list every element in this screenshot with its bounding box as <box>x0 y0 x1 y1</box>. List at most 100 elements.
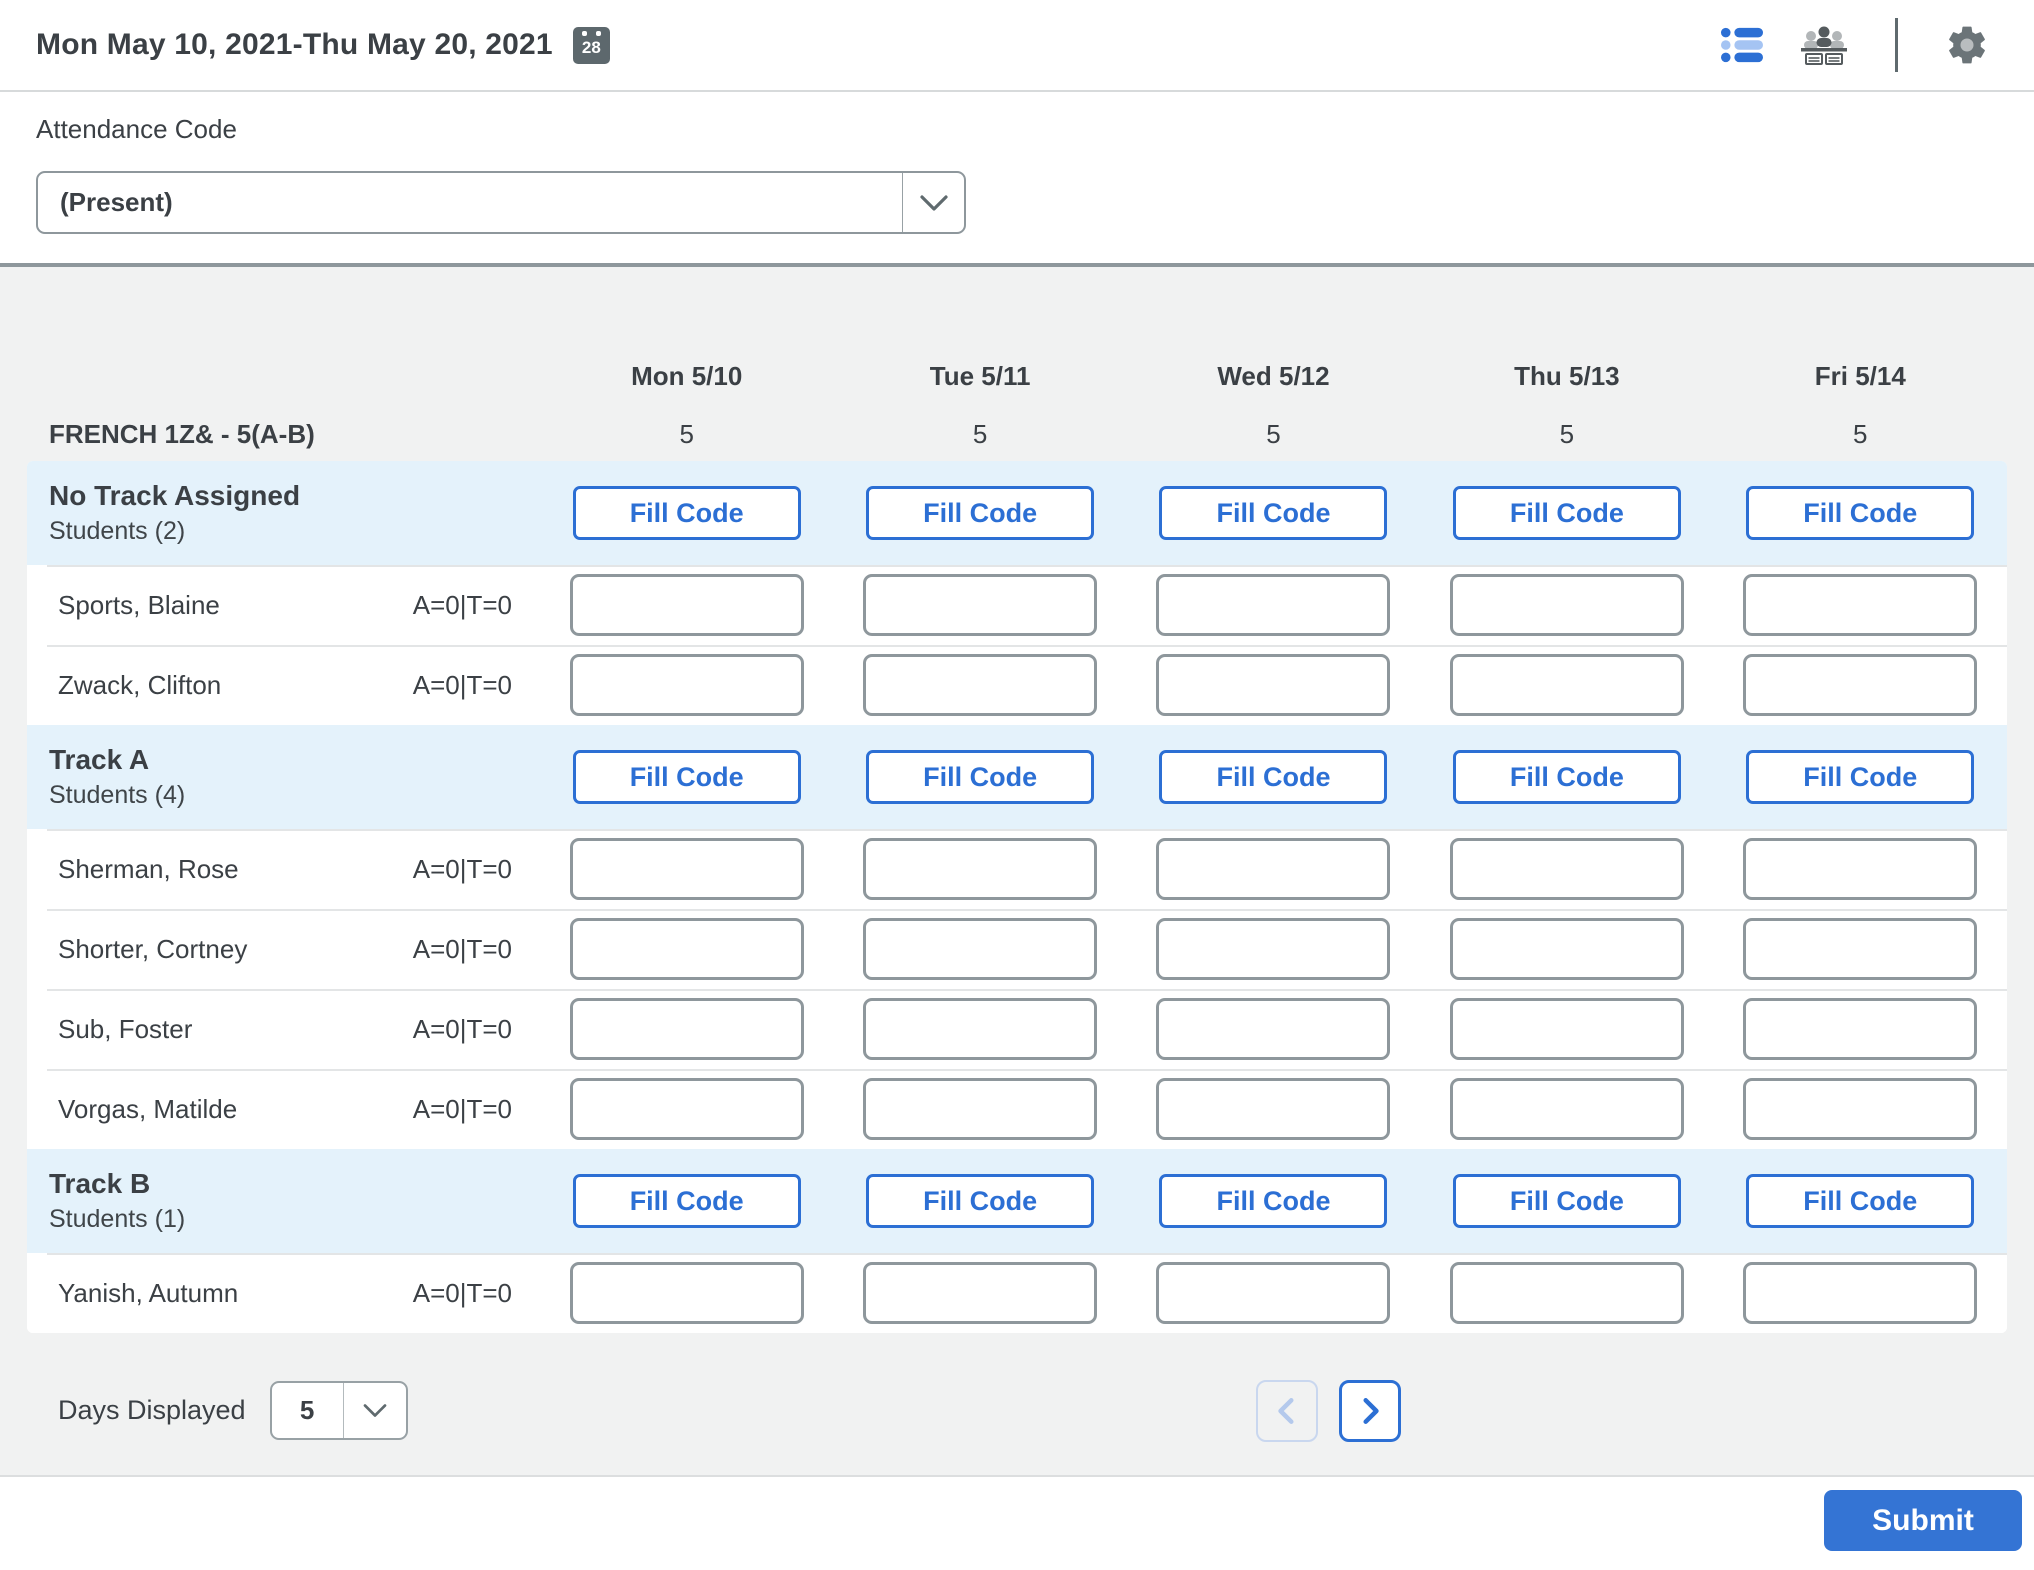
fill-code-button[interactable]: Fill Code <box>1746 486 1975 540</box>
fill-code-cell: Fill Code <box>1420 486 1713 540</box>
attendance-code-input[interactable] <box>1156 574 1391 636</box>
student-row: Shorter, Cortney A=0|T=0 <box>27 909 2007 989</box>
attendance-input-cell <box>1127 574 1420 636</box>
attendance-code-input[interactable] <box>1449 1078 1684 1140</box>
attendance-code-input[interactable] <box>1449 838 1684 900</box>
toolbar-divider <box>1895 18 1898 72</box>
table-footer-controls: Days Displayed 5 <box>58 1379 2007 1442</box>
attendance-input-cell <box>1420 654 1713 716</box>
student-label-cell: Zwack, Clifton A=0|T=0 <box>27 670 540 701</box>
settings-gear-icon <box>1949 26 1985 64</box>
attendance-code-input[interactable] <box>863 1262 1098 1324</box>
next-days-button[interactable] <box>1339 1379 1401 1442</box>
submit-button[interactable]: Submit <box>1824 1490 2022 1551</box>
fill-code-button[interactable]: Fill Code <box>1452 1174 1681 1228</box>
student-row: Sports, Blaine A=0|T=0 <box>27 565 2007 645</box>
chevron-right-icon <box>1363 1397 1379 1424</box>
attendance-input-cell <box>833 1262 1126 1324</box>
attendance-code-select[interactable]: (Present) <box>36 171 966 234</box>
attendance-code-input[interactable] <box>863 654 1098 716</box>
attendance-code-input[interactable] <box>1449 918 1684 980</box>
attendance-input-cell <box>1714 838 2007 900</box>
fill-code-button[interactable]: Fill Code <box>866 750 1095 804</box>
attendance-code-input[interactable] <box>1743 918 1978 980</box>
class-row: FRENCH 1Z& - 5(A-B) 5 5 5 5 5 <box>27 407 2007 461</box>
previous-days-button[interactable] <box>1256 1379 1318 1442</box>
attendance-code-input[interactable] <box>1156 838 1391 900</box>
group-name: No Track Assigned <box>49 480 301 512</box>
group-name: Track A <box>49 744 150 776</box>
fill-code-button[interactable]: Fill Code <box>1452 486 1681 540</box>
fill-code-button[interactable]: Fill Code <box>1159 486 1388 540</box>
attendance-code-input[interactable] <box>1449 998 1684 1060</box>
day-column-header: Thu 5/13 <box>1514 360 1620 391</box>
attendance-code-input[interactable] <box>1449 574 1684 636</box>
attendance-code-input[interactable] <box>1743 998 1978 1060</box>
fill-code-button[interactable]: Fill Code <box>572 486 801 540</box>
attendance-code-input[interactable] <box>1743 1262 1978 1324</box>
student-name: Sub, Foster <box>58 1013 193 1044</box>
fill-code-cell: Fill Code <box>1420 750 1713 804</box>
fill-code-button[interactable]: Fill Code <box>866 486 1095 540</box>
calendar-icon[interactable]: 28 <box>572 26 610 64</box>
fill-code-button[interactable]: Fill Code <box>1746 1174 1975 1228</box>
attendance-code-input[interactable] <box>1156 918 1391 980</box>
attendance-code-input[interactable] <box>569 574 804 636</box>
attendance-table-body: No Track Assigned Students (2) Fill Code Fi… <box>27 461 2007 1333</box>
student-name: Sports, Blaine <box>58 589 220 620</box>
attendance-code-input[interactable] <box>863 1078 1098 1140</box>
fill-code-button[interactable]: Fill Code <box>1452 750 1681 804</box>
fill-code-cell: Fill Code <box>833 486 1126 540</box>
attendance-code-input[interactable] <box>863 998 1098 1060</box>
attendance-code-input[interactable] <box>1743 1078 1978 1140</box>
fill-code-cell: Fill Code <box>1127 1174 1420 1228</box>
attendance-input-cell <box>1714 1078 2007 1140</box>
group-student-count: Students (1) <box>49 1205 186 1234</box>
attendance-input-cell <box>833 838 1126 900</box>
student-label-cell: Vorgas, Matilde A=0|T=0 <box>27 1094 540 1125</box>
attendance-input-cell <box>1127 998 1420 1060</box>
fill-code-button[interactable]: Fill Code <box>1159 1174 1388 1228</box>
attendance-code-input[interactable] <box>1156 1078 1391 1140</box>
attendance-code-input[interactable] <box>1743 654 1978 716</box>
attendance-code-input[interactable] <box>1156 998 1391 1060</box>
group-label: Track A Students (4) <box>27 741 540 813</box>
attendance-code-input[interactable] <box>569 1078 804 1140</box>
attendance-code-input[interactable] <box>863 574 1098 636</box>
attendance-code-input[interactable] <box>569 918 804 980</box>
fill-code-button[interactable]: Fill Code <box>572 1174 801 1228</box>
days-displayed-select[interactable]: 5 <box>269 1381 408 1440</box>
fill-code-cell: Fill Code <box>540 1174 833 1228</box>
attendance-code-input[interactable] <box>863 838 1098 900</box>
group-header-row: Track B Students (1) Fill Code Fill Code Fil… <box>27 1149 2007 1253</box>
attendance-code-input[interactable] <box>1743 838 1978 900</box>
attendance-code-input[interactable] <box>1156 654 1391 716</box>
attendance-code-input[interactable] <box>1449 1262 1684 1324</box>
attendance-input-cell <box>1420 838 1713 900</box>
attendance-code-input[interactable] <box>569 838 804 900</box>
attendance-code-input[interactable] <box>569 654 804 716</box>
fill-code-button[interactable]: Fill Code <box>572 750 801 804</box>
attendance-input-cell <box>833 574 1126 636</box>
attendance-code-input[interactable] <box>1743 574 1978 636</box>
fill-code-button[interactable]: Fill Code <box>1159 750 1388 804</box>
attendance-input-cell <box>1420 918 1713 980</box>
attendance-code-input[interactable] <box>1156 1262 1391 1324</box>
attendance-input-cell <box>1420 998 1713 1060</box>
class-name: FRENCH 1Z& - 5(A-B) <box>49 418 315 449</box>
attendance-code-input[interactable] <box>569 998 804 1060</box>
settings-button[interactable] <box>1940 18 1994 72</box>
attendance-input-cell <box>540 1262 833 1324</box>
attendance-input-cell <box>833 998 1126 1060</box>
attendance-input-cell <box>1127 918 1420 980</box>
list-view-button[interactable] <box>1717 23 1767 67</box>
period-number: 5 <box>679 418 694 449</box>
student-row: Sherman, Rose A=0|T=0 <box>27 829 2007 909</box>
attendance-code-input[interactable] <box>569 1262 804 1324</box>
fill-code-button[interactable]: Fill Code <box>866 1174 1095 1228</box>
fill-code-button[interactable]: Fill Code <box>1746 750 1975 804</box>
attendance-code-input[interactable] <box>1449 654 1684 716</box>
attendance-code-input[interactable] <box>863 918 1098 980</box>
group-header-row: No Track Assigned Students (2) Fill Code Fi… <box>27 461 2007 565</box>
seating-chart-button[interactable] <box>1795 21 1853 69</box>
